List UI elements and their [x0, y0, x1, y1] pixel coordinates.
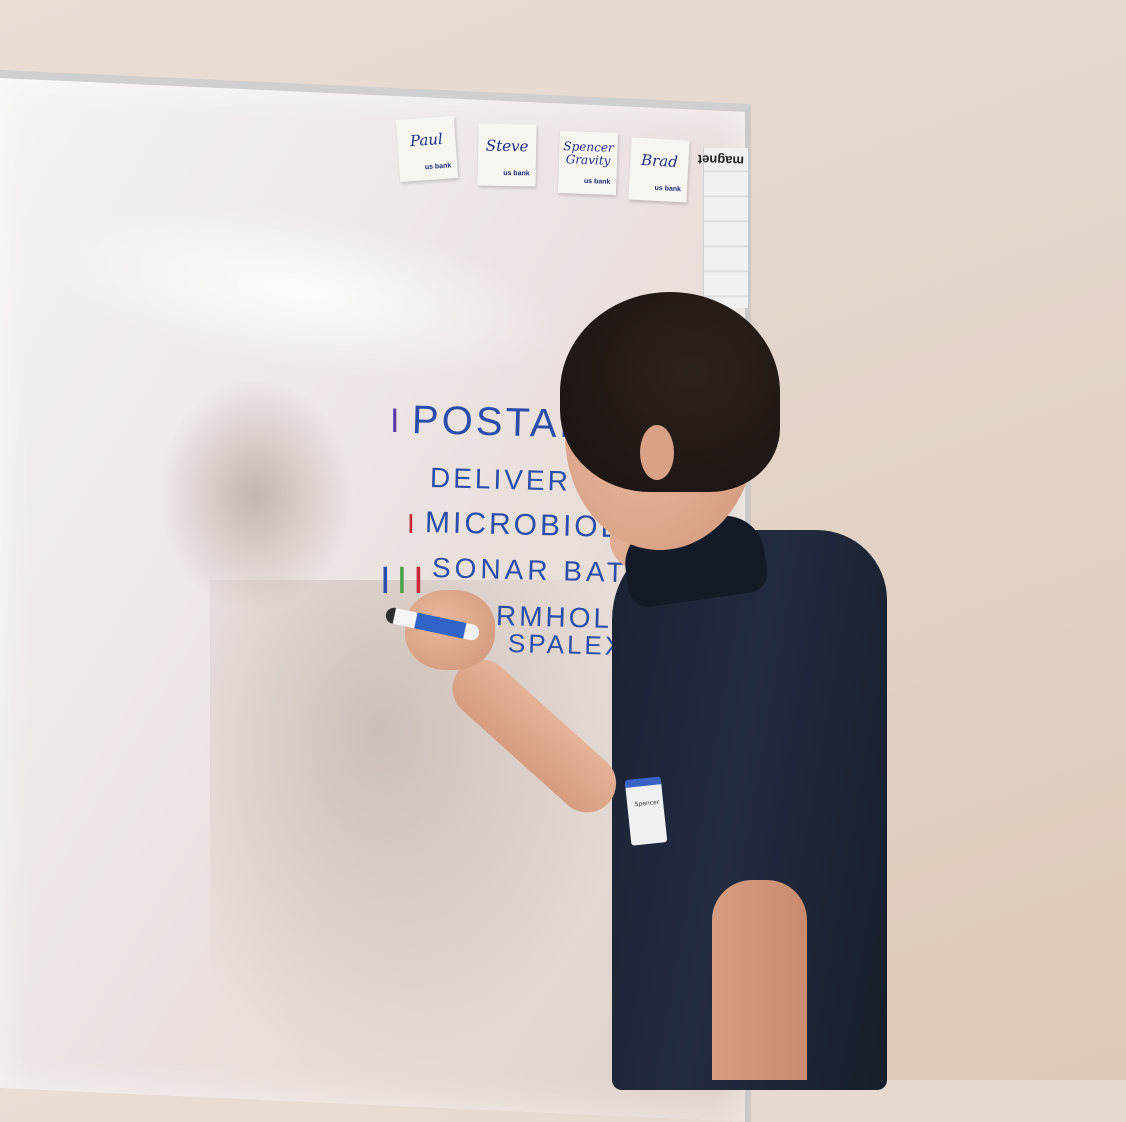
- left-arm: [712, 880, 807, 1080]
- name-tag: [624, 776, 668, 846]
- photo-scene: magnet Paul us bank Steve us bank Spence…: [0, 0, 1126, 1122]
- ear: [640, 425, 674, 480]
- person-writing: Spencer: [0, 0, 1126, 1090]
- right-forearm: [440, 647, 629, 825]
